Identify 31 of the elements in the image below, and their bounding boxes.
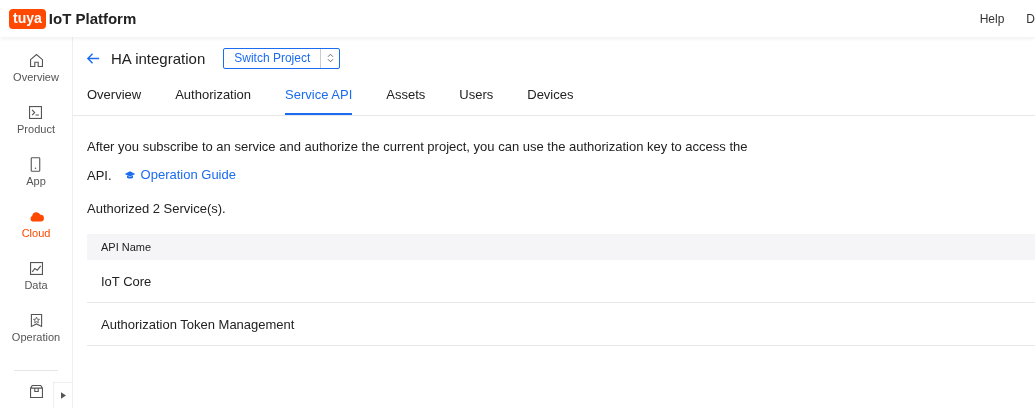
up-down-icon: [326, 53, 334, 63]
tab[interactable]: Users: [459, 80, 494, 115]
summary-text: Authorized 2 Service(s).: [87, 201, 227, 216]
expand-sidebar-button[interactable]: [53, 382, 73, 408]
header-link[interactable]: D: [1026, 11, 1035, 26]
tab[interactable]: Overview: [87, 80, 142, 115]
tab[interactable]: Service API: [285, 80, 353, 115]
project-title: HA integration: [111, 49, 206, 67]
logo-badge: tuya: [9, 8, 46, 29]
intro-text: After you subscribe to an service and authorize the current project, you can use the authorization key to access the API. Operation Guide: [87, 133, 767, 190]
tab[interactable]: Assets: [386, 80, 426, 115]
sidebar-item[interactable]: Operation: [11, 312, 61, 364]
chart-icon: [27, 260, 45, 277]
header-link[interactable]: Help: [979, 11, 1005, 26]
table-cell: IoT Core: [101, 273, 152, 289]
sidebar-item[interactable]: Product: [17, 104, 55, 156]
table-cell: Authorization Token Management: [101, 316, 295, 332]
home-icon: [27, 52, 45, 69]
graduation-cap-icon: [123, 170, 136, 180]
tab[interactable]: Authorization: [175, 80, 252, 115]
operation-guide-link[interactable]: Operation Guide: [123, 161, 236, 189]
column-header: API Name: [101, 241, 152, 253]
sidebar-item[interactable]: Overview: [13, 52, 59, 104]
switch-project-select[interactable]: Switch Project: [223, 47, 341, 69]
box-icon[interactable]: [27, 383, 45, 400]
platform-title: IoT Platform: [48, 10, 137, 27]
sidebar-item[interactable]: Data: [24, 260, 48, 312]
terminal-icon: [27, 104, 45, 121]
tab[interactable]: Devices: [527, 80, 574, 115]
sidebar-item[interactable]: App: [26, 156, 46, 208]
caret-icon: [60, 392, 66, 399]
